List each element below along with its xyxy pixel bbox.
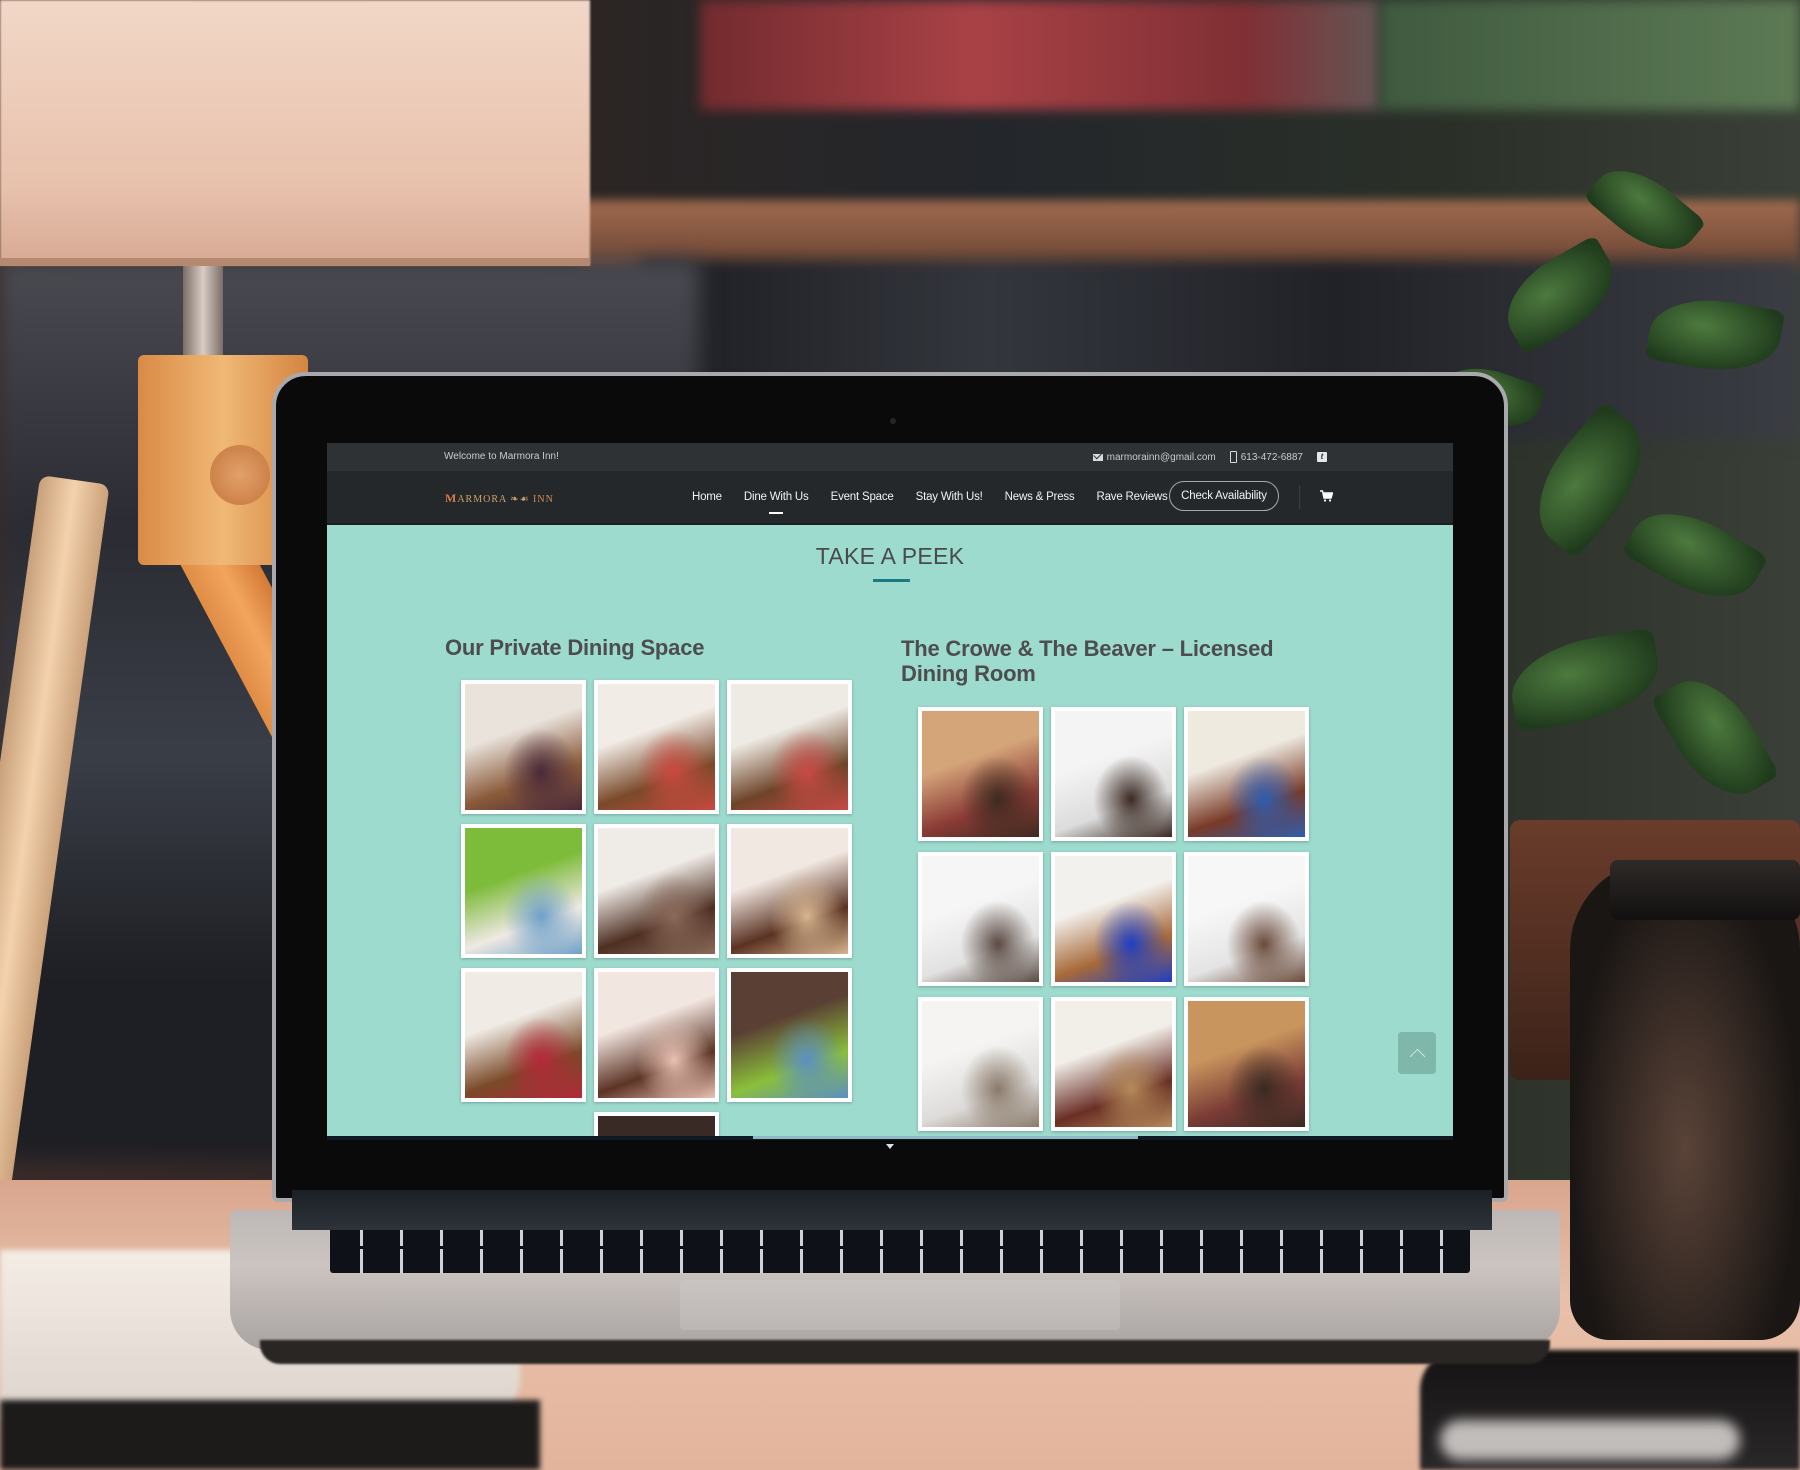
gallery-thumbnail[interactable]	[918, 852, 1043, 986]
jar-lid	[1610, 860, 1800, 920]
thumbnail-image	[731, 684, 848, 810]
contact-info: marmorainn@gmail.com 613-472-6887 t	[1092, 451, 1327, 463]
gallery-thumbnail[interactable]	[594, 680, 719, 814]
red-book-spine	[700, 0, 1380, 110]
scrollbar-highlight	[753, 1136, 1138, 1139]
notebook-cover	[0, 1400, 540, 1470]
thumbnail-image	[731, 828, 848, 954]
phone-glare	[1440, 1420, 1740, 1460]
thumbnail-image	[598, 828, 715, 954]
thumbnail-image	[1188, 1001, 1305, 1127]
laptop-trackpad	[680, 1280, 1120, 1330]
thumbnail-image	[598, 684, 715, 810]
twitter-icon: t	[1317, 452, 1327, 462]
nav-item-home[interactable]: Home	[681, 491, 733, 503]
thumbnail-image	[598, 972, 715, 1098]
gallery-thumbnail[interactable]	[727, 968, 852, 1102]
lamp-shade-edge	[0, 258, 590, 266]
thumbnail-image	[1055, 711, 1172, 837]
nav-item-stay-with-us[interactable]: Stay With Us!	[905, 491, 994, 503]
logo-ornament: ❧☙	[510, 494, 530, 505]
thumbnail-image	[922, 856, 1039, 982]
gallery-title-licensed-dining: The Crowe & The Beaver – Licensed Dining…	[901, 636, 1274, 686]
green-book-spine	[1380, 0, 1800, 110]
gallery-thumbnail[interactable]	[1184, 707, 1309, 841]
nav-item-news-press[interactable]: News & Press	[994, 491, 1086, 503]
title-underline	[873, 579, 910, 582]
thumbnail-image	[465, 828, 582, 954]
gallery-thumbnail[interactable]	[461, 680, 586, 814]
thumbnail-image	[1055, 1001, 1172, 1127]
thumbnail-image	[731, 972, 848, 1098]
gallery-thumbnail[interactable]	[1184, 852, 1309, 986]
logo-name: ARMORA	[457, 494, 507, 505]
thumbnail-image	[598, 1116, 715, 1136]
nav-item-event-space[interactable]: Event Space	[820, 491, 905, 503]
phone-icon	[1229, 451, 1237, 463]
nav-item-dine-with-us[interactable]: Dine With Us	[733, 491, 820, 514]
lamp-neck	[183, 266, 223, 356]
lamp-knob	[210, 445, 270, 505]
logo-initial: M	[445, 491, 458, 505]
phone-link[interactable]: 613-472-6887	[1229, 451, 1303, 463]
gallery-thumbnail[interactable]	[461, 968, 586, 1102]
plant	[1433, 140, 1800, 920]
gallery-title-private-dining: Our Private Dining Space	[445, 635, 705, 660]
dock-indicator-icon	[886, 1144, 894, 1149]
scroll-to-top-button[interactable]	[1398, 1032, 1436, 1074]
laptop-front-edge	[260, 1340, 1550, 1364]
thumbnail-image	[1188, 711, 1305, 837]
gallery-thumbnail[interactable]	[727, 824, 852, 958]
thumbnail-image	[1055, 856, 1172, 982]
gallery-thumbnail[interactable]	[594, 1112, 719, 1136]
main-navbar: MARMORA ❧☙ INN Home Dine With Us Event Spa…	[327, 471, 1453, 525]
email-text: marmorainn@gmail.com	[1106, 451, 1216, 463]
gallery-thumbnail[interactable]	[1184, 997, 1309, 1131]
primary-nav: Home Dine With Us Event Space Stay With Us!…	[681, 471, 1179, 523]
site-logo[interactable]: MARMORA ❧☙ INN	[445, 491, 554, 506]
welcome-message: Welcome to Marmora Inn!	[444, 451, 559, 462]
cart-icon[interactable]	[1320, 490, 1333, 502]
section-title: TAKE A PEEK	[815, 543, 965, 569]
webcam	[890, 418, 896, 424]
top-bar: Welcome to Marmora Inn! marmorainn@gmail…	[327, 443, 1453, 471]
twitter-link[interactable]: t	[1317, 452, 1327, 462]
glass-jar	[1570, 860, 1800, 1340]
laptop-hinge	[292, 1190, 1492, 1230]
gallery-section: TAKE A PEEK Our Private Dining Space The…	[327, 525, 1453, 1136]
gallery-thumbnail[interactable]	[1051, 852, 1176, 986]
nav-item-rave-reviews[interactable]: Rave Reviews	[1085, 491, 1178, 503]
gallery-thumbnail[interactable]	[1051, 997, 1176, 1131]
thumbnail-image	[1188, 856, 1305, 982]
gallery-thumbnail[interactable]	[1051, 707, 1176, 841]
gallery-thumbnail[interactable]	[727, 680, 852, 814]
gallery-thumbnail[interactable]	[918, 997, 1043, 1131]
keyboard-row-gap	[330, 1246, 1470, 1249]
email-link[interactable]: marmorainn@gmail.com	[1092, 451, 1216, 463]
phone-text: 613-472-6887	[1240, 451, 1303, 463]
laptop-screen: Welcome to Marmora Inn! marmorainn@gmail…	[327, 443, 1453, 1136]
gallery-thumbnail[interactable]	[594, 824, 719, 958]
gallery-thumbnail[interactable]	[594, 968, 719, 1102]
thumbnail-image	[922, 1001, 1039, 1127]
gallery-thumbnail[interactable]	[918, 707, 1043, 841]
thumbnail-image	[465, 972, 582, 1098]
nav-divider	[1299, 485, 1300, 509]
check-availability-button[interactable]: Check Availability	[1169, 481, 1279, 511]
thumbnail-image	[922, 711, 1039, 837]
gallery-thumbnail[interactable]	[461, 824, 586, 958]
logo-suffix: INN	[533, 494, 554, 505]
thumbnail-image	[465, 684, 582, 810]
lamp-shade	[0, 0, 590, 265]
mail-icon	[1092, 453, 1103, 461]
